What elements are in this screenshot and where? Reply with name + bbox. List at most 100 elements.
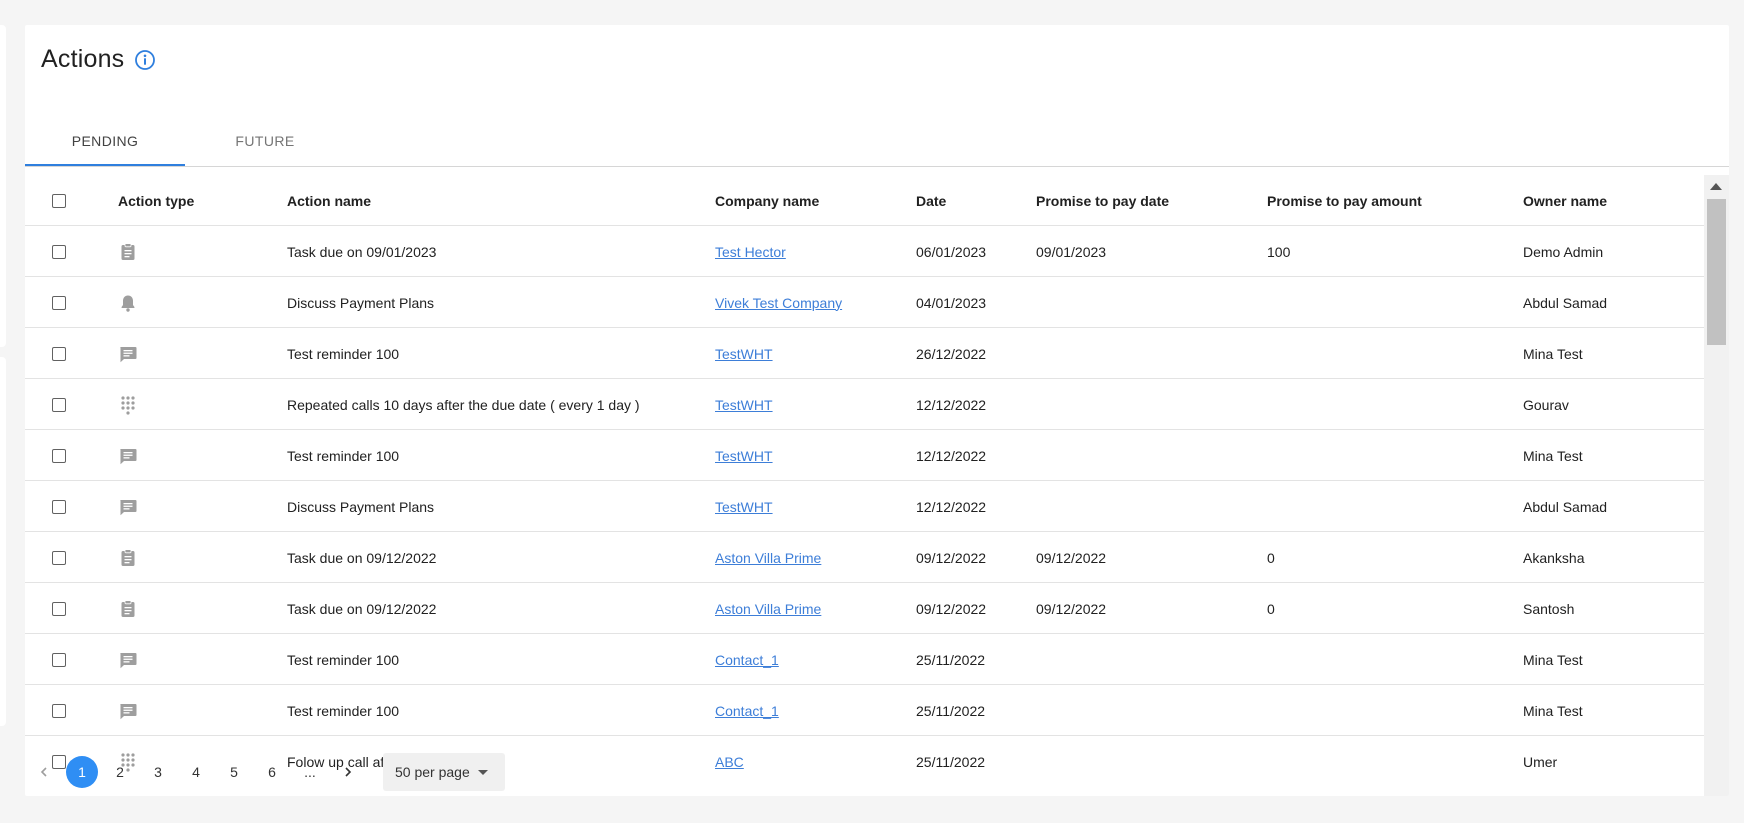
- company-name-cell: TestWHT: [715, 481, 773, 532]
- page-number-2[interactable]: 2: [101, 764, 139, 780]
- tab-future-label: FUTURE: [235, 133, 295, 149]
- company-link[interactable]: ABC: [715, 754, 744, 770]
- company-name-cell: TestWHT: [715, 328, 773, 379]
- row-select-cell: [52, 583, 66, 634]
- actions-table: Action type Action name Company name Dat…: [25, 175, 1704, 775]
- select-all-checkbox[interactable]: [52, 193, 66, 208]
- col-action-name[interactable]: Action name: [287, 175, 371, 226]
- action-name-cell: Task due on 09/01/2023: [287, 243, 437, 260]
- row-select-cell: [52, 328, 66, 379]
- col-promise-to-pay-date[interactable]: Promise to pay date: [1036, 175, 1169, 226]
- date-cell: 04/01/2023: [916, 294, 987, 311]
- row-checkbox[interactable]: [52, 295, 66, 310]
- date-cell: 25/11/2022: [916, 753, 986, 770]
- scrollbar-thumb[interactable]: [1707, 199, 1726, 345]
- table-row[interactable]: Test reminder 100 Contact_1 25/11/2022 Mina…: [25, 634, 1704, 685]
- company-link[interactable]: Aston Villa Prime: [715, 550, 821, 566]
- row-checkbox[interactable]: [52, 397, 66, 412]
- row-checkbox[interactable]: [52, 550, 66, 565]
- action-name-cell: Discuss Payment Plans: [287, 294, 435, 311]
- page-number-1[interactable]: 1: [66, 756, 98, 788]
- col-owner-name[interactable]: Owner name: [1523, 175, 1607, 226]
- company-link[interactable]: TestWHT: [715, 448, 773, 464]
- company-link[interactable]: TestWHT: [715, 499, 773, 515]
- per-page-select[interactable]: 50 per page: [383, 753, 505, 791]
- date-cell: 12/12/2022: [916, 447, 987, 464]
- tab-pending[interactable]: PENDING: [25, 115, 185, 167]
- row-select-cell: [52, 379, 66, 430]
- action-type-cell: [118, 532, 138, 583]
- per-page-value: 50 per page: [395, 764, 470, 780]
- company-link[interactable]: Test Hector: [715, 244, 786, 260]
- company-name-cell: Test Hector: [715, 226, 786, 277]
- page-number-5[interactable]: 5: [215, 764, 253, 780]
- task-icon: [118, 242, 138, 262]
- tab-bar: PENDING FUTURE: [25, 115, 1729, 167]
- row-checkbox[interactable]: [52, 703, 66, 718]
- action-name-cell: Test reminder 100: [287, 702, 400, 719]
- next-page-chevron-right-icon[interactable]: [329, 766, 367, 778]
- col-company-name[interactable]: Company name: [715, 175, 819, 226]
- action-type-cell: [118, 328, 138, 379]
- date-cell: 26/12/2022: [916, 345, 987, 362]
- date-cell: 25/11/2022: [916, 702, 986, 719]
- page-ellipsis[interactable]: ...: [291, 764, 329, 780]
- action-type-cell: [118, 226, 138, 277]
- message-icon: [118, 446, 138, 466]
- table-row[interactable]: Task due on 09/12/2022 Aston Villa Prime 0…: [25, 583, 1704, 634]
- actions-card: Actions PENDING FUTURE Action type Actio…: [25, 25, 1729, 796]
- row-checkbox[interactable]: [52, 652, 66, 667]
- col-promise-to-pay-amount[interactable]: Promise to pay amount: [1267, 175, 1422, 226]
- action-type-cell: [118, 379, 138, 430]
- scroll-up-arrow-icon[interactable]: [1710, 183, 1722, 190]
- col-date[interactable]: Date: [916, 175, 946, 226]
- info-icon[interactable]: [134, 49, 156, 71]
- table-row[interactable]: Test reminder 100 TestWHT 12/12/2022 Mina T…: [25, 430, 1704, 481]
- message-icon: [118, 650, 138, 670]
- table-row[interactable]: Repeated calls 10 days after the due dat…: [25, 379, 1704, 430]
- row-checkbox[interactable]: [52, 346, 66, 361]
- company-link[interactable]: Vivek Test Company: [715, 295, 842, 311]
- table-row[interactable]: Test reminder 100 Contact_1 25/11/2022 Mina…: [25, 685, 1704, 736]
- row-select-cell: [52, 481, 66, 532]
- company-link[interactable]: Aston Villa Prime: [715, 601, 821, 617]
- page-number-6[interactable]: 6: [253, 764, 291, 780]
- message-icon: [118, 497, 138, 517]
- table-row[interactable]: Discuss Payment Plans TestWHT 12/12/2022 Ab…: [25, 481, 1704, 532]
- company-name-cell: TestWHT: [715, 379, 773, 430]
- table-scrollbar[interactable]: [1704, 175, 1729, 796]
- owner-name-cell: Santosh: [1523, 600, 1575, 617]
- table-row[interactable]: Test reminder 100 TestWHT 26/12/2022 Mina T…: [25, 328, 1704, 379]
- caret-down-icon: [477, 769, 488, 775]
- col-action-type[interactable]: Action type: [118, 175, 194, 226]
- table-row[interactable]: Task due on 09/12/2022 Aston Villa Prime 0…: [25, 532, 1704, 583]
- page-number-3[interactable]: 3: [139, 764, 177, 780]
- owner-name-cell: Akanksha: [1523, 549, 1585, 566]
- action-type-cell: [118, 430, 138, 481]
- prev-page-chevron-left-icon[interactable]: [25, 766, 63, 778]
- row-checkbox[interactable]: [52, 448, 66, 463]
- owner-name-cell: Mina Test: [1523, 345, 1583, 362]
- row-select-cell: [52, 532, 66, 583]
- page-header: Actions: [41, 45, 156, 74]
- promise-to-pay-date-cell: 09/12/2022: [1036, 600, 1107, 617]
- message-icon: [118, 344, 138, 364]
- row-checkbox[interactable]: [52, 244, 66, 259]
- page-number-4[interactable]: 4: [177, 764, 215, 780]
- company-link[interactable]: Contact_1: [715, 652, 779, 668]
- left-panel-edge-top: [0, 25, 6, 347]
- tab-future[interactable]: FUTURE: [185, 115, 345, 167]
- pagination: 1 2 3 4 5 6... 50 per page: [25, 752, 505, 792]
- action-type-cell: [118, 634, 138, 685]
- owner-name-cell: Mina Test: [1523, 651, 1583, 668]
- company-link[interactable]: Contact_1: [715, 703, 779, 719]
- table-row[interactable]: Discuss Payment Plans Vivek Test Company 0…: [25, 277, 1704, 328]
- notification-icon: [118, 293, 138, 313]
- row-checkbox[interactable]: [52, 601, 66, 616]
- row-checkbox[interactable]: [52, 499, 66, 514]
- table-row[interactable]: Task due on 09/01/2023 Test Hector 06/01/2…: [25, 226, 1704, 277]
- company-link[interactable]: TestWHT: [715, 346, 773, 362]
- action-type-cell: [118, 481, 138, 532]
- action-type-cell: [118, 583, 138, 634]
- company-link[interactable]: TestWHT: [715, 397, 773, 413]
